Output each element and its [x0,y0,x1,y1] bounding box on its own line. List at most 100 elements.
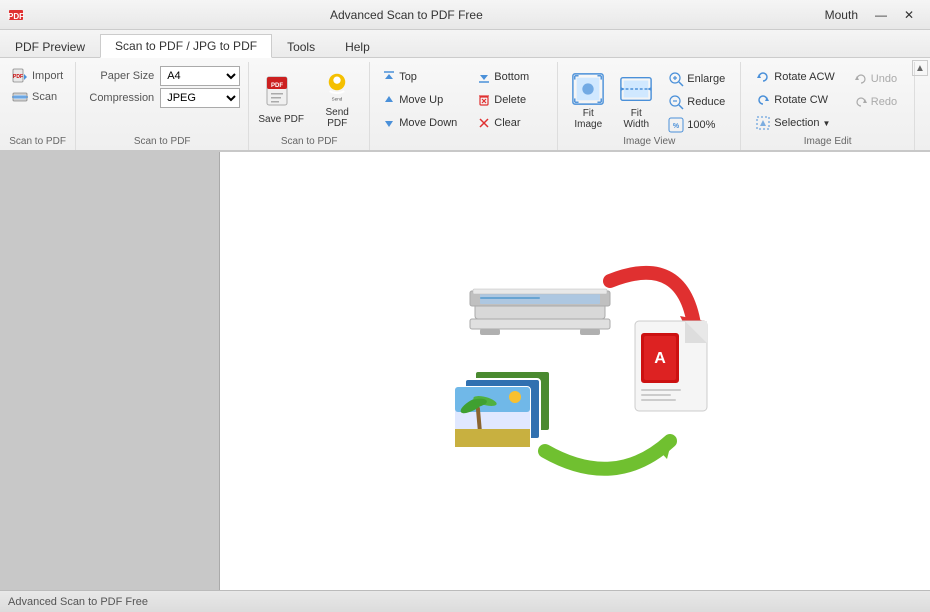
bottom-button[interactable]: Bottom [471,66,551,88]
green-arrow [545,436,673,469]
enlarge-icon [668,71,684,87]
bottom-icon [477,70,491,84]
redo-button[interactable]: Redo [845,91,906,113]
paper-size-row: Paper Size A4 Letter Legal A3 A5 [84,66,240,86]
rotate-acw-icon [755,69,771,85]
zoom-100-button[interactable]: % 100% [662,114,732,136]
delete-button[interactable]: Delete [471,89,551,111]
selection-button[interactable]: Selection ▼ [749,112,841,134]
svg-text:A: A [654,350,666,367]
zoom-col: Enlarge Reduce % 100% [662,66,732,136]
pdf-document: A [635,321,707,411]
menu-tabs: PDF Preview Scan to PDF / JPG to PDF Too… [0,30,930,58]
fit-width-icon [618,72,654,106]
compression-select[interactable]: JPEG PNG TIFF [160,88,240,108]
status-text: Advanced Scan to PDF Free [8,596,148,608]
tab-pdf-preview[interactable]: PDF Preview [0,35,100,58]
move-up-button[interactable]: Move Up [376,89,463,111]
move-down-label: Move Down [399,117,457,129]
svg-text:%: % [673,123,680,130]
bottom-delete-col: Bottom Delete Clear [471,66,551,134]
titlebar-left: PDF Advanced Scan to PDF Free [8,7,483,23]
svg-text:PDF: PDF [271,83,283,89]
save-pdf-label: Save PDF [258,114,304,125]
fit-image-button[interactable]: Fit Image [566,67,610,135]
image-edit-group-label: Image Edit [804,136,852,150]
rotate-col: Rotate ACW Rotate CW Selection ▼ [749,66,841,134]
delete-icon [477,93,491,107]
photos-stack [455,371,550,447]
rotate-acw-label: Rotate ACW [774,71,835,83]
compression-label: Compression [84,92,154,104]
rotate-cw-icon [755,92,771,108]
titlebar: PDF Advanced Scan to PDF Free Mouth — ✕ [0,0,930,30]
image-edit-group: Rotate ACW Rotate CW Selection ▼ [741,62,915,150]
move-down-button[interactable]: Move Down [376,112,463,134]
scan-to-pdf-group-label: Scan to PDF [281,136,338,150]
send-pdf-icon: Send [321,71,353,104]
fit-width-button[interactable]: Fit Width [614,67,658,135]
zoom-100-icon: % [668,117,684,133]
paper-size-label: Paper Size [84,70,154,82]
scan-button[interactable]: Scan [8,88,61,106]
zoom-100-label: 100% [687,119,715,131]
undo-button[interactable]: Undo [845,68,906,90]
clear-button[interactable]: Clear [471,112,551,134]
redo-icon [854,95,868,109]
fit-image-icon [570,72,606,106]
selection-icon [755,115,771,131]
clear-icon [477,116,491,130]
rotate-cw-button[interactable]: Rotate CW [749,89,841,111]
rotate-cw-label: Rotate CW [774,94,828,106]
move-up-icon [382,93,396,107]
delete-label: Delete [494,94,526,106]
scan-icon [12,90,28,104]
enlarge-button[interactable]: Enlarge [662,68,732,90]
close-button[interactable]: ✕ [896,5,922,25]
import-icon: PDF [12,68,28,84]
rotate-acw-button[interactable]: Rotate ACW [749,66,841,88]
top-button[interactable]: Top [376,66,463,88]
save-pdf-button[interactable]: PDF Save PDF [255,66,307,134]
undo-icon [854,72,868,86]
reduce-button[interactable]: Reduce [662,91,732,113]
enlarge-label: Enlarge [687,73,725,85]
image-edit-content: Rotate ACW Rotate CW Selection ▼ [749,66,906,134]
titlebar-controls: Mouth — ✕ [825,5,922,25]
paper-size-select[interactable]: A4 Letter Legal A3 A5 [160,66,240,86]
import-label: Import [32,70,63,82]
ribbon: PDF Import Scan Scan to PDF Paper Size A… [0,58,930,152]
save-send-group: PDF Save PDF Send Send PDF Scan to PDF [249,62,370,150]
main-area: A [0,152,930,590]
selection-label: Selection [774,117,819,129]
top-icon [382,70,396,84]
undo-label: Undo [871,73,897,85]
redo-label: Redo [871,96,897,108]
scan-label: Scan [32,91,57,103]
illustration-svg: A [415,211,735,531]
top-moveup-col: Top Move Up Move Down [376,66,463,134]
nav-group: Top Move Up Move Down [370,62,558,150]
tab-tools[interactable]: Tools [272,35,330,58]
move-down-icon [382,116,396,130]
image-view-content: Fit Image Fit Width [566,66,732,136]
ribbon-collapse-button[interactable]: ▲ [912,60,928,76]
illustration: A [415,211,735,531]
titlebar-user: Mouth [825,8,858,22]
fit-image-label: Fit Image [569,108,607,130]
import-button[interactable]: PDF Import [8,66,67,86]
clear-label: Clear [494,117,520,129]
tab-help[interactable]: Help [330,35,385,58]
svg-text:PDF: PDF [8,12,24,21]
reduce-icon [668,94,684,110]
send-pdf-button[interactable]: Send Send PDF [311,66,363,134]
image-view-group-label: Image View [623,136,675,150]
import-scan-group-label: Scan to PDF [8,136,67,150]
send-pdf-label: Send PDF [314,107,360,129]
app-icon: PDF [8,7,24,23]
sidebar-panel [0,152,220,590]
undo-redo-col: Undo Redo [845,66,906,134]
titlebar-title: Advanced Scan to PDF Free [330,8,483,22]
tab-scan-to-pdf[interactable]: Scan to PDF / JPG to PDF [100,34,272,58]
minimize-button[interactable]: — [868,5,894,25]
